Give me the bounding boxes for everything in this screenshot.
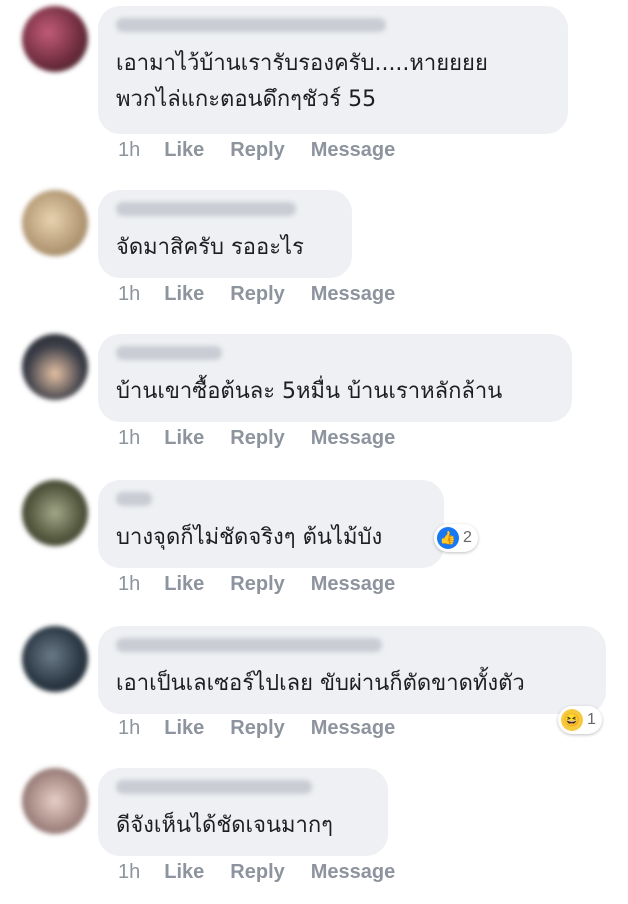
reply-button[interactable]: Reply xyxy=(230,427,284,450)
author-name[interactable] xyxy=(116,18,386,32)
reply-button[interactable]: Reply xyxy=(230,139,284,162)
timestamp[interactable]: 1h xyxy=(118,283,140,306)
author-name[interactable] xyxy=(116,492,152,506)
comment-text: บ้านเขาซื้อต้นละ 5หมื่น บ้านเราหลักล้าน xyxy=(116,379,503,404)
comment-text: พวกไล่แกะตอนดึกๆชัวร์ 55 xyxy=(116,87,377,112)
like-icon: 👍 xyxy=(437,527,459,549)
reply-button[interactable]: Reply xyxy=(230,283,284,306)
timestamp[interactable]: 1h xyxy=(118,427,140,450)
timestamp[interactable]: 1h xyxy=(118,573,140,596)
avatar[interactable] xyxy=(22,190,88,256)
comment-bubble: จัดมาสิครับ รออะไร xyxy=(98,190,352,278)
author-name[interactable] xyxy=(116,780,312,794)
comment-actions: 1h Like Reply Message xyxy=(118,861,421,884)
comment-text: จัดมาสิครับ รออะไร xyxy=(116,235,304,260)
like-button[interactable]: Like xyxy=(164,573,204,596)
comment-actions: 1h Like Reply Message xyxy=(118,283,421,306)
timestamp[interactable]: 1h xyxy=(118,139,140,162)
avatar[interactable] xyxy=(22,6,88,72)
haha-icon: 😆 xyxy=(561,709,583,731)
avatar[interactable] xyxy=(22,768,88,834)
author-name[interactable] xyxy=(116,638,382,652)
like-button[interactable]: Like xyxy=(164,861,204,884)
comment-actions: 1h Like Reply Message xyxy=(118,139,421,162)
message-button[interactable]: Message xyxy=(311,717,396,740)
comment-actions: 1h Like Reply Message xyxy=(118,427,421,450)
comment-actions: 1h Like Reply Message xyxy=(118,717,421,740)
like-button[interactable]: Like xyxy=(164,717,204,740)
avatar[interactable] xyxy=(22,626,88,692)
like-button[interactable]: Like xyxy=(164,283,204,306)
comment-text: เอามาไว้บ้านเรารับรองครับ.....หายยยย xyxy=(116,51,488,76)
like-button[interactable]: Like xyxy=(164,427,204,450)
reply-button[interactable]: Reply xyxy=(230,717,284,740)
comment-bubble: เอามาไว้บ้านเรารับรองครับ.....หายยยย พวก… xyxy=(98,6,568,134)
reply-button[interactable]: Reply xyxy=(230,861,284,884)
reaction-badge[interactable]: 😆 1 xyxy=(558,706,602,734)
comment-bubble: บางจุดก็ไม่ชัดจริงๆ ต้นไม้บัง xyxy=(98,480,444,568)
message-button[interactable]: Message xyxy=(311,139,396,162)
author-name[interactable] xyxy=(116,346,222,360)
avatar[interactable] xyxy=(22,334,88,400)
timestamp[interactable]: 1h xyxy=(118,717,140,740)
reaction-count: 2 xyxy=(463,529,472,546)
reaction-count: 1 xyxy=(587,711,596,728)
message-button[interactable]: Message xyxy=(311,427,396,450)
message-button[interactable]: Message xyxy=(311,573,396,596)
reply-button[interactable]: Reply xyxy=(230,573,284,596)
comment-actions: 1h Like Reply Message xyxy=(118,573,421,596)
timestamp[interactable]: 1h xyxy=(118,861,140,884)
comment-text: บางจุดก็ไม่ชัดจริงๆ ต้นไม้บัง xyxy=(116,525,383,550)
comment-text: ดีจังเห็นได้ชัดเจนมากๆ xyxy=(116,813,333,838)
comment-bubble: เอาเป็นเลเซอร์ไปเลย ขับผ่านก็ตัดขาดทั้งต… xyxy=(98,626,606,714)
comment-text: เอาเป็นเลเซอร์ไปเลย ขับผ่านก็ตัดขาดทั้งต… xyxy=(116,671,525,696)
comment-bubble: ดีจังเห็นได้ชัดเจนมากๆ xyxy=(98,768,388,856)
like-button[interactable]: Like xyxy=(164,139,204,162)
reaction-badge[interactable]: 👍 2 xyxy=(434,524,478,552)
author-name[interactable] xyxy=(116,202,296,216)
comment-bubble: บ้านเขาซื้อต้นละ 5หมื่น บ้านเราหลักล้าน xyxy=(98,334,572,422)
message-button[interactable]: Message xyxy=(311,861,396,884)
message-button[interactable]: Message xyxy=(311,283,396,306)
avatar[interactable] xyxy=(22,480,88,546)
